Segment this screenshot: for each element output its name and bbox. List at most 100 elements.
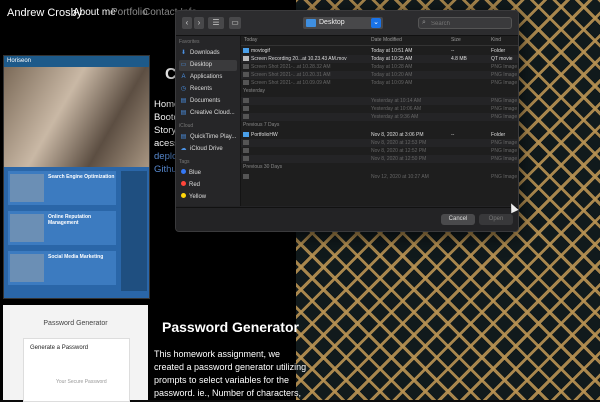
cancel-button[interactable]: Cancel — [441, 214, 475, 225]
thumb-sidebar — [121, 171, 147, 291]
sidebar-tag-yellow[interactable]: Yellow — [179, 192, 237, 203]
file-icon — [243, 106, 249, 111]
new-folder-button[interactable]: ▭ — [229, 17, 241, 29]
sidebar-heading: Favorites — [179, 39, 200, 45]
sidebar-item-quicktime[interactable]: ▤ QuickTime Play... — [179, 132, 237, 143]
file-name: Screen Shot 2021-...at 10.28.32 AM — [251, 64, 331, 70]
file-date: Today at 10:51 AM — [371, 48, 413, 54]
project-screenshot-password-generator[interactable]: Password Generator Generate a Password Y… — [3, 305, 148, 402]
download-icon: ⬇ — [180, 50, 187, 56]
section-header: Previous 7 Days — [243, 122, 280, 128]
section-header: Previous 30 Days — [243, 164, 283, 170]
sidebar-tag-blue[interactable]: Blue — [179, 168, 237, 179]
file-date: Nov 8, 2020 at 12:53 PM — [371, 140, 427, 146]
search-field[interactable]: ⌕ — [418, 17, 512, 29]
brand-name[interactable]: Andrew Crosby — [7, 7, 82, 19]
back-button[interactable]: ‹ — [182, 17, 192, 29]
file-kind: PNG Image — [491, 64, 518, 70]
clock-icon: ◷ — [180, 86, 187, 92]
column-header-name[interactable]: Today — [244, 37, 257, 43]
file-date: Nov 8, 2020 at 3:06 PM — [371, 132, 424, 138]
column-header-kind[interactable]: Kind — [491, 37, 501, 43]
file-icon — [243, 98, 249, 103]
forward-button[interactable]: › — [194, 17, 204, 29]
file-name: PortfolioHW — [251, 132, 278, 138]
cloud-icon: ☁ — [180, 146, 187, 152]
sidebar-item-icloud-drive[interactable]: ☁ iCloud Drive — [179, 144, 237, 155]
file-date: Yesterday at 10:14 AM — [371, 98, 422, 104]
file-row[interactable]: PortfolioHW Nov 8, 2020 at 3:06 PM -- Folde… — [241, 131, 518, 139]
file-date: Today at 10:20 AM — [371, 72, 413, 78]
column-header-date[interactable]: Date Modified — [371, 37, 402, 43]
document-icon: ▤ — [180, 98, 187, 104]
column-headers: Today Date Modified Size Kind — [241, 36, 518, 46]
section-header: Yesterday — [243, 88, 266, 94]
thumb-hero-photo — [4, 67, 149, 167]
file-kind: PNG Image — [491, 148, 518, 154]
file-row[interactable]: Screen Recording 20...at 10.23.43 AM.mov… — [241, 55, 518, 63]
deployed-link[interactable]: deplo — [154, 151, 177, 162]
file-icon — [243, 174, 249, 179]
sidebar-tag-red[interactable]: Red — [179, 180, 237, 191]
nav-about-me[interactable]: About me — [73, 7, 116, 18]
file-icon — [243, 80, 249, 85]
file-date: Nov 12, 2020 at 10:27 AM — [371, 174, 429, 180]
file-kind: Folder — [491, 48, 506, 54]
file-name: Screen Recording 20...at 10.23.43 AM.mov — [251, 56, 347, 62]
sidebar-item-documents[interactable]: ▤ Documents — [179, 96, 237, 107]
column-header-size[interactable]: Size — [451, 37, 461, 43]
file-icon — [243, 148, 249, 153]
file-row[interactable]: movtogif Today at 10:51 AM -- Folder — [241, 47, 518, 55]
file-row: Nov 8, 2020 at 12:52 PM PNG Image — [241, 147, 518, 155]
file-kind: PNG Image — [491, 72, 518, 78]
file-row: Yesterday at 10:14 AM PNG Image — [241, 97, 518, 105]
file-kind: PNG Image — [491, 140, 518, 146]
search-icon: ⌕ — [422, 19, 426, 26]
file-row: Nov 8, 2020 at 12:50 PM PNG Image — [241, 155, 518, 163]
project-screenshot-horiseon[interactable]: Horiseon Search Engine Optimization Onli… — [3, 55, 150, 299]
view-options-button[interactable]: ☰ — [208, 17, 224, 29]
file-row: Yesterday at 10:06 AM PNG Image — [241, 105, 518, 113]
location-select[interactable]: Desktop ⌄ — [303, 17, 383, 29]
file-size: 4.8 MB — [451, 56, 467, 62]
sidebar-item-creative-cloud[interactable]: ▤ Creative Cloud... — [179, 108, 237, 119]
folder-icon — [243, 132, 249, 137]
file-icon — [243, 140, 249, 145]
file-row: Screen Shot 2021-...at 10.09.09 AM Today … — [241, 79, 518, 87]
file-kind: PNG Image — [491, 106, 518, 112]
tag-dot-icon — [181, 181, 186, 186]
file-icon — [243, 64, 249, 69]
file-kind: QT movie — [491, 56, 513, 62]
project-title: Password Generator — [162, 319, 299, 335]
thumb-heading: Password Generator — [43, 320, 108, 327]
open-button[interactable]: Open — [479, 214, 513, 225]
file-kind: PNG Image — [491, 114, 518, 120]
search-input[interactable] — [431, 19, 509, 28]
sidebar-item-downloads[interactable]: ⬇ Downloads — [179, 48, 237, 59]
project-text-line: prompts to select variables for the — [154, 375, 290, 385]
chevron-down-icon: ⌄ — [371, 18, 381, 28]
file-date: Nov 8, 2020 at 12:52 PM — [371, 148, 427, 154]
file-kind: PNG Image — [491, 174, 518, 180]
sidebar-item-applications[interactable]: A Applications — [179, 72, 237, 83]
thumb-row: Social Media Marketing — [8, 251, 116, 285]
thumb-nav: Horiseon — [4, 56, 149, 67]
github-link[interactable]: Githu — [154, 164, 177, 175]
sidebar-heading: iCloud — [179, 123, 194, 129]
file-kind: PNG Image — [491, 98, 518, 104]
file-row: Nov 12, 2020 at 10:27 AM PNG Image — [241, 173, 518, 181]
tag-dot-icon — [181, 193, 186, 198]
file-row: Screen Shot 2021-...at 10.28.32 AM Today … — [241, 63, 518, 71]
sidebar-item-desktop[interactable]: ▭ Desktop — [179, 60, 237, 71]
dialog-toolbar: ‹ › ☰ ▭ Desktop ⌄ ⌕ — [176, 11, 518, 36]
file-name: Screen Shot 2021-...at 10.09.09 AM — [251, 80, 331, 86]
sidebar-item-recents[interactable]: ◷ Recents — [179, 84, 237, 95]
sidebar-heading: Tags — [179, 159, 190, 165]
file-row: Nov 8, 2020 at 12:53 PM PNG Image — [241, 139, 518, 147]
file-date: Today at 10:25 AM — [371, 56, 413, 62]
dialog-footer: Cancel Open — [176, 207, 518, 231]
project-text-line: This homework assignment, we — [154, 349, 281, 359]
applications-icon: A — [181, 74, 186, 80]
quicktime-icon: ▤ — [180, 134, 187, 140]
file-size: -- — [451, 132, 455, 138]
